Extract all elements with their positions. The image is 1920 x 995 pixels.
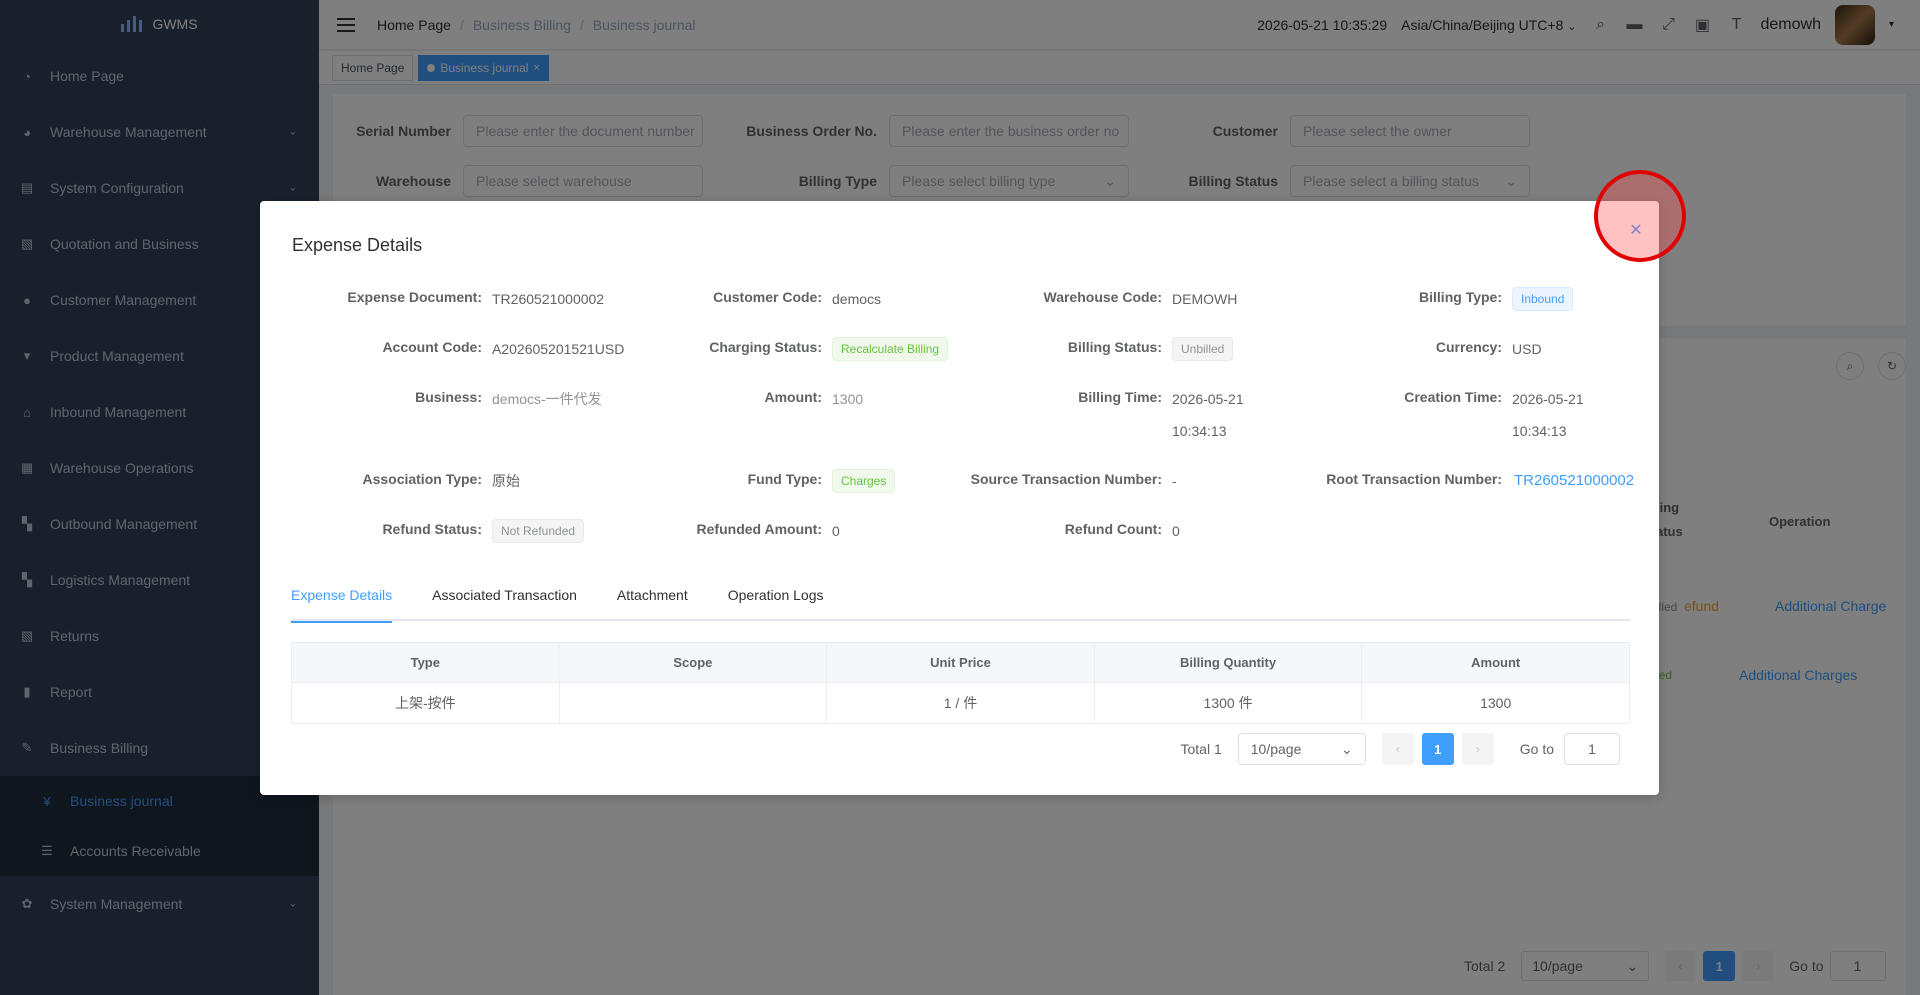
tab-operation-logs[interactable]: Operation Logs bbox=[728, 587, 824, 621]
refund-count-value: 0 bbox=[1172, 523, 1180, 539]
detail-tabs: Expense Details Associated Transaction A… bbox=[291, 587, 1630, 623]
refunded-amount-value: 0 bbox=[832, 523, 840, 539]
column-type: Type bbox=[291, 642, 560, 683]
expense-document-value: TR260521000002 bbox=[492, 291, 605, 307]
business-value: democs-一件代发 bbox=[492, 391, 602, 407]
cell-amount: 1300 bbox=[1361, 682, 1630, 724]
pager-total: Total 1 bbox=[1180, 741, 1222, 757]
prev-page-icon[interactable]: ‹ bbox=[1381, 733, 1414, 765]
column-amount: Amount bbox=[1361, 642, 1630, 683]
cell-scope bbox=[558, 682, 828, 724]
creation-time-value: 2026-05-21 10:34:13 bbox=[1512, 391, 1584, 439]
billing-status-badge: Unbilled bbox=[1172, 337, 1234, 361]
table-row: 上架-按件 1 / 件 1300 件 1300 bbox=[291, 682, 1630, 724]
expense-details-dialog: Expense Details ✕ Expense Document: TR260… bbox=[260, 201, 1659, 795]
charging-status-badge: Recalculate Billing bbox=[832, 337, 949, 361]
billing-time-value: 2026-05-21 10:34:13 bbox=[1172, 391, 1244, 439]
column-unit-price: Unit Price bbox=[826, 642, 1095, 683]
association-type-value: 原始 bbox=[492, 473, 520, 489]
cell-unit-price: 1 / 件 bbox=[826, 682, 1095, 724]
warehouse-code-value: DEMOWH bbox=[1172, 291, 1238, 307]
expense-detail-table: Type Scope Unit Price Billing Quantity A… bbox=[291, 642, 1630, 724]
fund-type-badge: Charges bbox=[832, 469, 896, 493]
column-billing-quantity: Billing Quantity bbox=[1093, 642, 1363, 683]
amount-value: 1300 bbox=[832, 391, 864, 407]
dialog-title: Expense Details bbox=[292, 235, 423, 255]
cell-type: 上架-按件 bbox=[291, 682, 560, 724]
billing-type-badge: Inbound bbox=[1512, 287, 1574, 311]
goto-input[interactable]: 1 bbox=[1564, 733, 1620, 765]
column-scope: Scope bbox=[558, 642, 828, 683]
refund-status-badge: Not Refunded bbox=[492, 519, 585, 543]
dialog-pager: Total 1 10/page ⌄ ‹ 1 › Go to 1 bbox=[1180, 733, 1620, 765]
table-header-row: Type Scope Unit Price Billing Quantity A… bbox=[291, 642, 1630, 683]
cell-billing-quantity: 1300 件 bbox=[1093, 682, 1363, 724]
currency-value: USD bbox=[1512, 341, 1542, 357]
tab-associated-transaction[interactable]: Associated Transaction bbox=[432, 587, 577, 621]
chevron-down-icon: ⌄ bbox=[1341, 740, 1353, 757]
source-transaction-value: - bbox=[1172, 473, 1177, 489]
page-1-button[interactable]: 1 bbox=[1421, 733, 1454, 765]
next-page-icon[interactable]: › bbox=[1461, 733, 1494, 765]
tab-attachment[interactable]: Attachment bbox=[617, 587, 688, 621]
page-size-select[interactable]: 10/page⌄ bbox=[1237, 733, 1366, 765]
goto-label: Go to bbox=[1519, 741, 1554, 757]
close-button-highlight bbox=[1594, 170, 1686, 262]
root-transaction-link[interactable]: TR260521000002 bbox=[1514, 471, 1634, 491]
customer-code-value: democs bbox=[832, 291, 882, 307]
tab-expense-details[interactable]: Expense Details bbox=[291, 587, 393, 623]
